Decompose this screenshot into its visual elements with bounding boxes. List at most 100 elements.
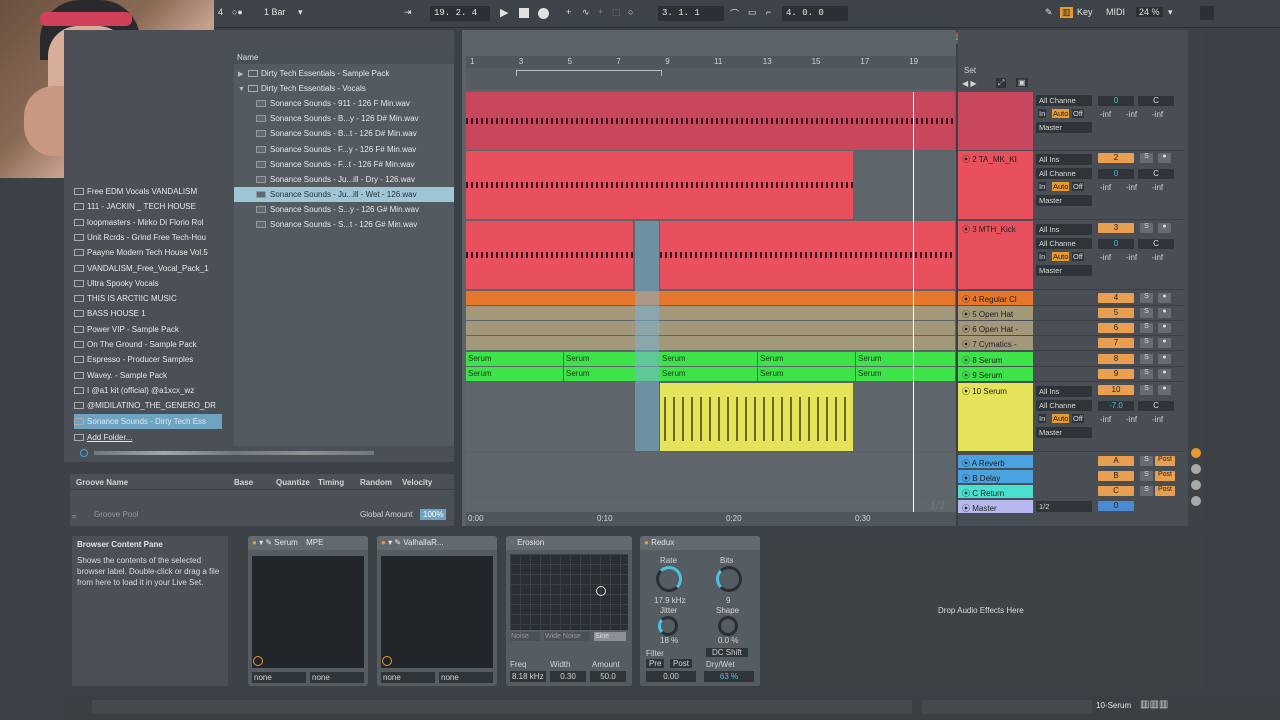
file-row[interactable]: Sonance Sounds - B...t - 126 D# Min.wav — [234, 126, 454, 141]
computer-midi-icon[interactable]: ▥ — [1060, 7, 1073, 18]
tempo-nudge-value[interactable]: 4 — [218, 7, 223, 17]
arm-icon[interactable]: ● — [1158, 223, 1171, 233]
fold-icon[interactable]: ⦿ — [962, 225, 972, 234]
automation-arm-icon[interactable]: ∿ — [582, 7, 590, 18]
post-button[interactable]: Post — [1155, 486, 1175, 496]
solo-button[interactable]: S — [1140, 338, 1153, 348]
arm-icon[interactable]: ● — [1158, 385, 1171, 395]
record-button[interactable] — [538, 8, 549, 19]
solo-button[interactable]: S — [1140, 354, 1153, 364]
fold-icon[interactable]: ⦿ — [962, 325, 972, 334]
groove-icon[interactable]: ≈ — [72, 512, 76, 521]
monitor-in-button[interactable]: In — [1038, 182, 1047, 191]
monitor-auto-button[interactable]: Auto — [1052, 252, 1070, 261]
output-select[interactable]: Master — [1036, 195, 1092, 206]
power-icon[interactable]: ● — [644, 538, 649, 547]
fold-icon[interactable]: ▾ — [259, 538, 263, 547]
sidebar-dot-2[interactable] — [1191, 464, 1201, 474]
clip[interactable]: Serum — [660, 367, 757, 381]
track-header[interactable]: ⦿ 3 MTH_Kick — [958, 221, 1033, 289]
file-row[interactable]: Sonance Sounds - B...y - 126 D# Min.wav — [234, 111, 454, 126]
input-channel-select[interactable]: All Channe — [1036, 400, 1092, 411]
file-row[interactable]: Sonance Sounds - 911 - 126 F Min.wav — [234, 96, 454, 111]
width-value[interactable]: 0.30 — [550, 671, 586, 682]
locator-lane[interactable] — [466, 68, 956, 90]
file-row[interactable]: Sonance Sounds - Ju...ill - Wet - 126.wa… — [234, 186, 454, 202]
track-lane[interactable] — [466, 468, 956, 482]
fold-icon[interactable]: ⦿ — [962, 459, 972, 468]
selected-track-name[interactable]: 10-Serum — [1096, 701, 1131, 710]
track-lane[interactable] — [466, 151, 956, 219]
loop-brace[interactable] — [516, 70, 662, 76]
punch-out-icon[interactable]: ⌐ — [766, 7, 771, 17]
drop-zone[interactable]: Drop Audio Effects Here — [768, 536, 1204, 686]
output-select[interactable]: Master — [1036, 427, 1092, 438]
track-lane[interactable] — [466, 306, 956, 320]
monitor-off-button[interactable]: Off — [1072, 182, 1084, 191]
arm-icon[interactable]: ● — [1158, 153, 1171, 163]
clip[interactable]: Serum — [758, 352, 855, 366]
output-select[interactable]: Master — [1036, 265, 1092, 276]
loop-icon[interactable]: ▭ — [748, 7, 757, 18]
loop-length[interactable]: 4. 0. 0 — [782, 6, 848, 21]
pan-value[interactable]: C — [1138, 169, 1174, 179]
valhalla-param-select-2[interactable]: none — [439, 672, 493, 683]
new-icon[interactable]: + — [598, 7, 603, 17]
master-output-select[interactable]: 1/2 — [1036, 501, 1092, 512]
preview-toggle-icon[interactable] — [80, 449, 88, 457]
place-item[interactable]: VANDALISM_Free_Vocal_Pack_1 — [74, 261, 222, 276]
return-activator[interactable]: A — [1098, 456, 1134, 466]
folder-row[interactable]: ▼ Dirty Tech Essentials - Vocals — [234, 81, 454, 96]
monitor-in-button[interactable]: In — [1038, 414, 1047, 423]
chevron-down-icon[interactable]: ▾ — [1168, 7, 1173, 18]
solo-button[interactable]: S — [1140, 308, 1153, 318]
track-lane[interactable] — [466, 336, 956, 350]
track-activator[interactable]: 4 — [1098, 293, 1134, 303]
xy-handle[interactable] — [596, 586, 606, 596]
place-item[interactable]: Free EDM Vocals VANDALISM — [74, 184, 222, 199]
global-amount-value[interactable]: 100% — [420, 509, 447, 520]
bar-ruler[interactable]: 1 3 5 7 9 11 13 15 17 19 — [466, 56, 956, 68]
fold-icon[interactable]: ⦿ — [962, 489, 972, 498]
return-track-header[interactable]: ⦿ Master — [958, 500, 1033, 513]
track-activator[interactable]: 5 — [1098, 308, 1134, 318]
name-column-header[interactable]: Name — [234, 50, 454, 64]
monitor-off-button[interactable]: Off — [1072, 109, 1084, 118]
shape-knob[interactable] — [718, 616, 738, 636]
valhalla-plugin-window[interactable] — [381, 556, 493, 668]
place-item[interactable]: 111 - JACKIN _ TECH HOUSE — [74, 199, 222, 214]
place-item[interactable]: loopmasters - Mirko Di Florio Rol — [74, 215, 222, 230]
track-activator[interactable]: 8 — [1098, 354, 1134, 364]
place-item[interactable]: Sonance Sounds - Dirty Tech Ess — [74, 413, 222, 429]
dc-shift-button[interactable]: DC Shift — [706, 648, 748, 657]
clip[interactable] — [660, 221, 955, 289]
solo-button[interactable]: S — [1140, 223, 1153, 233]
fold-icon[interactable]: ⦿ — [962, 474, 972, 483]
clip[interactable]: Serum — [856, 367, 955, 381]
track-header[interactable]: ⦿ 6 Open Hat - — [958, 321, 1033, 335]
file-list[interactable]: Name ▶ Dirty Tech Essentials - Sample Pac… — [234, 50, 454, 460]
post-button[interactable]: Post — [1155, 456, 1175, 466]
place-item[interactable]: Paayne Modern Tech House Vol.5 — [74, 245, 222, 260]
track-lane[interactable] — [466, 383, 956, 451]
file-row[interactable]: Sonance Sounds - F...t - 126 F# Min.wav — [234, 157, 454, 172]
pan-value[interactable]: C — [1138, 96, 1174, 106]
fold-icon[interactable]: ⦿ — [962, 504, 972, 513]
sidebar-dot-1[interactable] — [1191, 448, 1201, 458]
place-item[interactable]: Unit Rcrds - Grind Free Tech-Hou — [74, 230, 222, 245]
place-item[interactable]: Espresso - Producer Samples — [74, 352, 222, 367]
track-lane[interactable] — [466, 453, 956, 467]
serum-param-select-1[interactable]: none — [252, 672, 306, 683]
view-toggle-icon[interactable]: ▥▥▥ — [1140, 699, 1168, 710]
place-item[interactable]: THIS IS ARCTIIC MUSIC — [74, 291, 222, 306]
input-channel-select[interactable]: All Channe — [1036, 168, 1092, 179]
sidebar-dot-3[interactable] — [1191, 480, 1201, 490]
erosion-xy-pad[interactable] — [510, 554, 628, 630]
solo-button[interactable]: S — [1140, 153, 1153, 163]
monitor-off-button[interactable]: Off — [1072, 252, 1084, 261]
freq-value[interactable]: 8.18 kHz — [510, 671, 546, 682]
place-item[interactable]: @MIDILATINO_THE_GENERO_DR — [74, 398, 222, 413]
clip[interactable]: Serum — [466, 352, 563, 366]
drywet-value[interactable]: 63 % — [704, 671, 754, 682]
file-row[interactable]: Sonance Sounds - S...t - 126 G# Min.wav — [234, 217, 454, 232]
